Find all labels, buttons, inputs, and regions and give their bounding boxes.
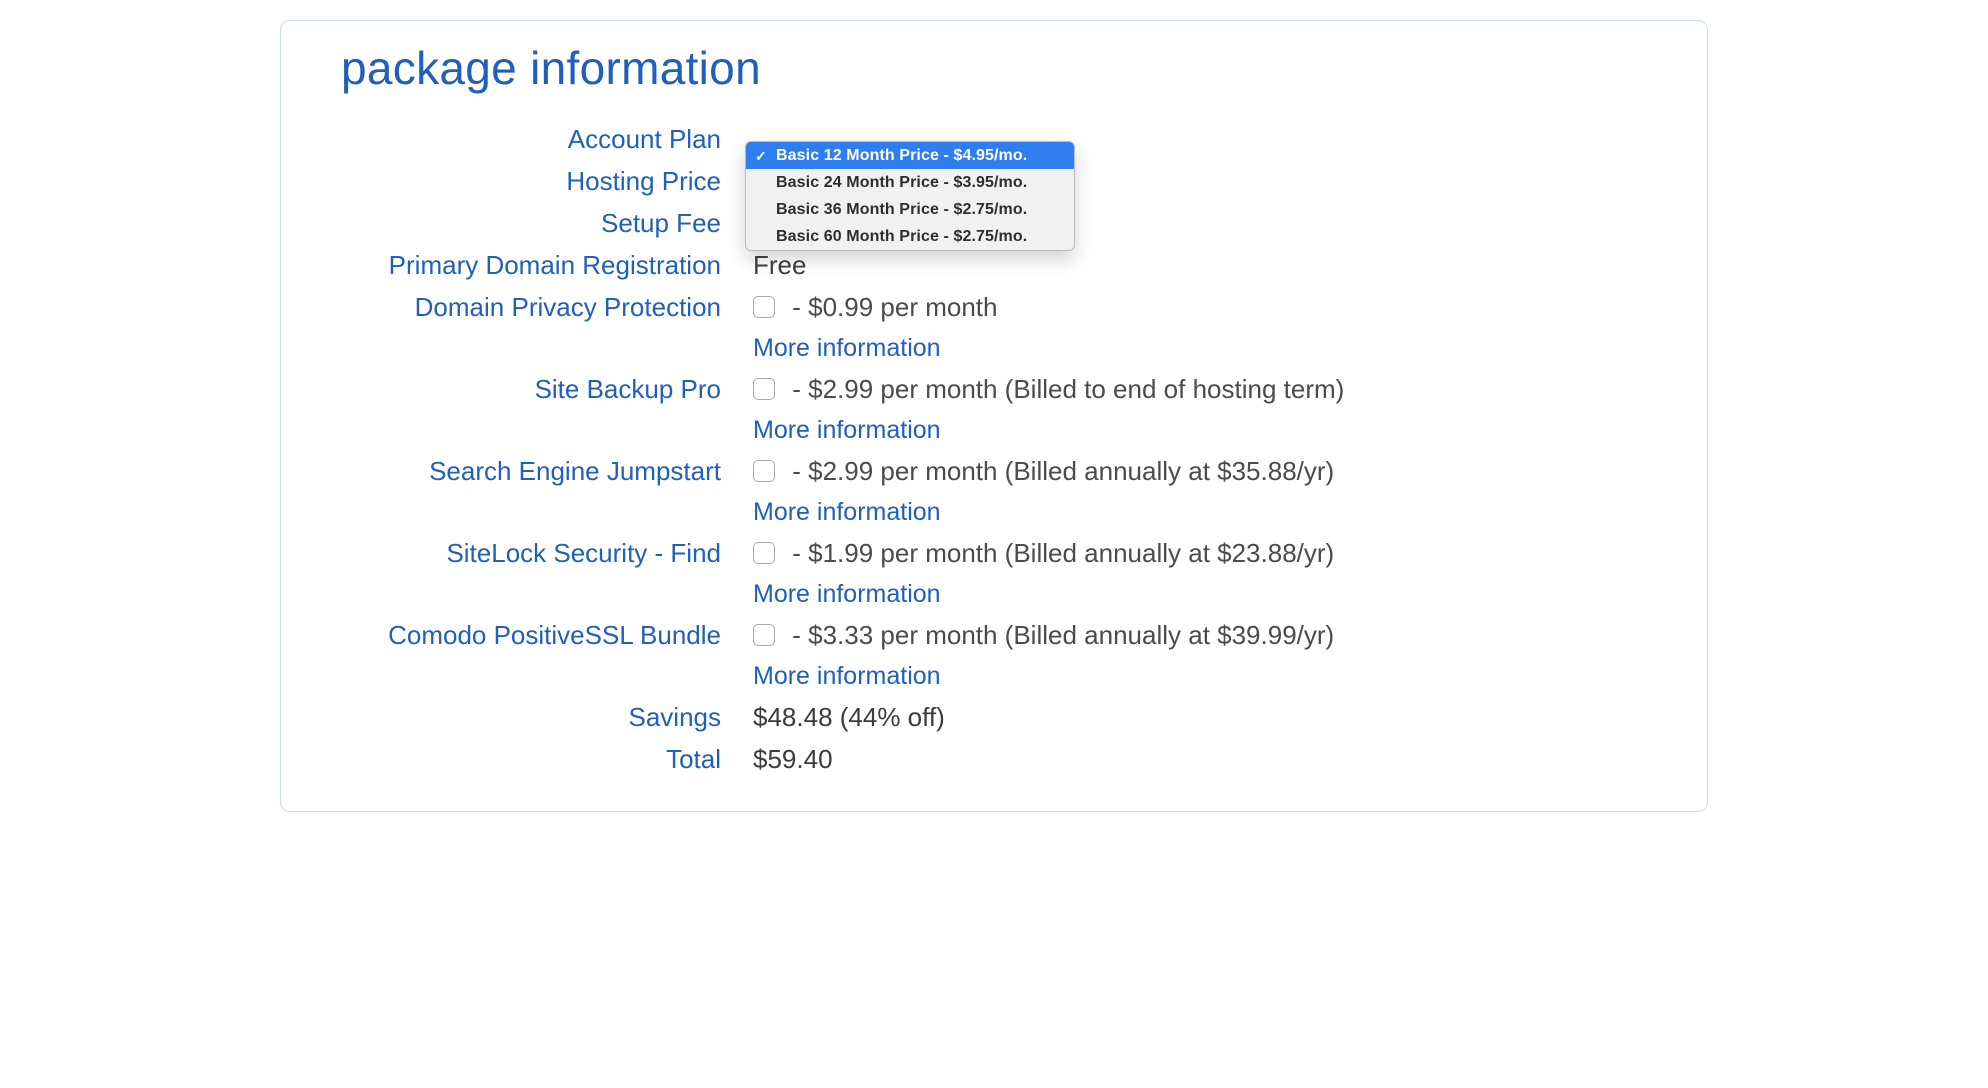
row-site-backup: Site Backup Pro - $2.99 per month (Bille… xyxy=(341,369,1647,449)
checkbox-sitelock[interactable] xyxy=(753,542,775,564)
checkbox-domain-privacy[interactable] xyxy=(753,296,775,318)
value-domain-privacy: - $0.99 per month More information xyxy=(753,287,1647,367)
price-sej: - $2.99 per month (Billed annually at $3… xyxy=(785,456,1334,486)
label-hosting-price: Hosting Price xyxy=(341,161,753,201)
dropdown-option-label: Basic 36 Month Price - $2.75/mo. xyxy=(776,201,1027,218)
checkbox-comodo[interactable] xyxy=(753,624,775,646)
more-info-site-backup[interactable]: More information xyxy=(753,411,1647,449)
value-sej: - $2.99 per month (Billed annually at $3… xyxy=(753,451,1647,531)
more-info-sej[interactable]: More information xyxy=(753,493,1647,531)
price-sitelock: - $1.99 per month (Billed annually at $2… xyxy=(785,538,1334,568)
dropdown-option-label: Basic 60 Month Price - $2.75/mo. xyxy=(776,228,1027,245)
dropdown-option-12mo[interactable]: ✓ Basic 12 Month Price - $4.95/mo. xyxy=(746,142,1074,169)
label-primary-domain: Primary Domain Registration xyxy=(341,245,753,285)
dropdown-option-60mo[interactable]: Basic 60 Month Price - $2.75/mo. xyxy=(746,223,1074,250)
check-icon: ✓ xyxy=(755,146,767,167)
value-comodo: - $3.33 per month (Billed annually at $3… xyxy=(753,615,1647,695)
checkbox-sej[interactable] xyxy=(753,460,775,482)
row-domain-privacy: Domain Privacy Protection - $0.99 per mo… xyxy=(341,287,1647,367)
dropdown-option-24mo[interactable]: Basic 24 Month Price - $3.95/mo. xyxy=(746,169,1074,196)
label-savings: Savings xyxy=(341,697,753,737)
checkbox-site-backup[interactable] xyxy=(753,378,775,400)
value-total: $59.40 xyxy=(753,739,1647,779)
price-comodo: - $3.33 per month (Billed annually at $3… xyxy=(785,620,1334,650)
label-setup-fee: Setup Fee xyxy=(341,203,753,243)
package-info-panel: package information Account Plan Hosting… xyxy=(280,20,1708,812)
row-sej: Search Engine Jumpstart - $2.99 per mont… xyxy=(341,451,1647,531)
label-sitelock: SiteLock Security - Find xyxy=(341,533,753,573)
value-sitelock: - $1.99 per month (Billed annually at $2… xyxy=(753,533,1647,613)
label-domain-privacy: Domain Privacy Protection xyxy=(341,287,753,327)
label-total: Total xyxy=(341,739,753,779)
value-savings: $48.48 (44% off) xyxy=(753,697,1647,737)
dropdown-option-label: Basic 24 Month Price - $3.95/mo. xyxy=(776,174,1027,191)
dropdown-option-label: Basic 12 Month Price - $4.95/mo. xyxy=(776,147,1027,164)
label-site-backup: Site Backup Pro xyxy=(341,369,753,409)
more-info-domain-privacy[interactable]: More information xyxy=(753,329,1647,367)
label-account-plan: Account Plan xyxy=(341,119,753,159)
more-info-sitelock[interactable]: More information xyxy=(753,575,1647,613)
row-total: Total $59.40 xyxy=(341,739,1647,779)
label-sej: Search Engine Jumpstart xyxy=(341,451,753,491)
price-domain-privacy: - $0.99 per month xyxy=(785,292,997,322)
row-sitelock: SiteLock Security - Find - $1.99 per mon… xyxy=(341,533,1647,613)
value-site-backup: - $2.99 per month (Billed to end of host… xyxy=(753,369,1647,449)
page-title: package information xyxy=(341,41,1647,95)
label-comodo: Comodo PositiveSSL Bundle xyxy=(341,615,753,655)
dropdown-option-36mo[interactable]: Basic 36 Month Price - $2.75/mo. xyxy=(746,196,1074,223)
price-site-backup: - $2.99 per month (Billed to end of host… xyxy=(785,374,1344,404)
more-info-comodo[interactable]: More information xyxy=(753,657,1647,695)
row-savings: Savings $48.48 (44% off) xyxy=(341,697,1647,737)
row-comodo: Comodo PositiveSSL Bundle - $3.33 per mo… xyxy=(341,615,1647,695)
row-primary-domain: Primary Domain Registration Free xyxy=(341,245,1647,285)
account-plan-dropdown[interactable]: ✓ Basic 12 Month Price - $4.95/mo. Basic… xyxy=(745,141,1075,251)
value-primary-domain: Free xyxy=(753,245,1647,285)
